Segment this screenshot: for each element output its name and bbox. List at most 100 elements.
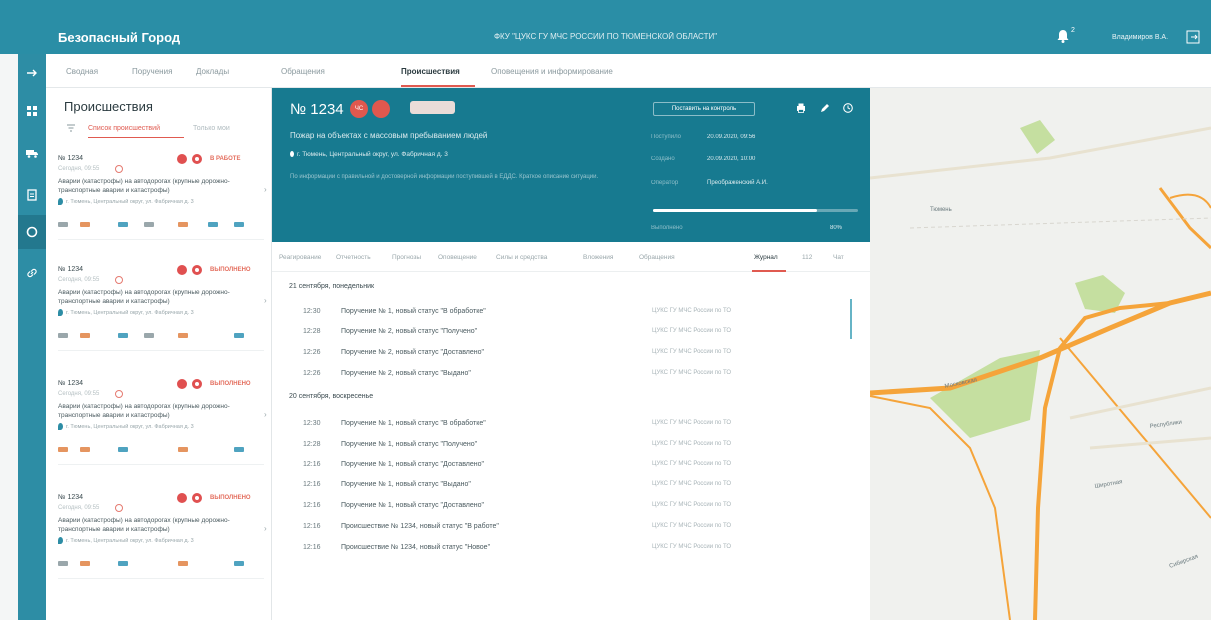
tab-requests[interactable]: Обращения (281, 67, 325, 76)
incident-number: № 1234 (290, 101, 344, 118)
tab-attachments[interactable]: Вложения (583, 254, 613, 261)
row-message: Поручение № 2, новый статус "Выдано" (341, 370, 471, 377)
put-on-control-button[interactable]: Поставить на контроль (653, 102, 755, 116)
journal-row[interactable]: 12:28 Поручение № 2, новый статус "Получе… (272, 328, 852, 344)
row-source: ЦУКС ГУ МЧС России по ТО (652, 349, 732, 355)
incident-note: По информации с правильной и достоверной… (290, 174, 599, 180)
progress-bar (653, 209, 858, 212)
tab-chat[interactable]: Чат (833, 254, 844, 261)
incident-description: Аварии (катастрофы) на автодорогах (круп… (58, 289, 230, 305)
clock-icon (115, 504, 123, 512)
incident-address: г. Тюмень, Центральный округ, ул. Фабрич… (297, 151, 448, 158)
print-icon[interactable] (795, 102, 807, 114)
tab-forecasts[interactable]: Прогнозы (392, 254, 421, 261)
expand-nav-button[interactable] (18, 56, 46, 90)
tab-appeals[interactable]: Обращения (639, 254, 675, 261)
logout-icon[interactable] (1186, 30, 1200, 44)
row-message: Поручение № 1, новый статус "Получено" (341, 441, 478, 448)
chevron-right-icon[interactable]: › (264, 185, 267, 194)
arrow-right-icon (27, 69, 37, 77)
journal-list: 21 сентября, понедельник 12:30 Поручение … (272, 272, 870, 620)
map-label: Тюмень (930, 207, 952, 213)
meta-value: 20.09.2020, 09:56 (707, 134, 756, 140)
meta-key: Поступило (651, 134, 681, 140)
list-item[interactable]: № 1234 Сегодня, 09:55 ВЫПОЛНЕНО Аварии (… (46, 379, 271, 500)
tab-alerting[interactable]: Оповещение (438, 254, 477, 261)
journal-row[interactable]: 12:16 Поручение № 1, новый статус "Достав… (272, 502, 852, 518)
journal-row[interactable]: 12:16 Поручение № 1, новый статус "Выдано… (272, 481, 852, 497)
nav-documents[interactable] (18, 178, 46, 212)
tab-incident-list[interactable]: Список происшествий (88, 125, 160, 132)
pin-icon (58, 537, 63, 544)
nav-links[interactable] (18, 256, 46, 290)
incident-time: Сегодня, 09:55 (58, 277, 100, 283)
user-name[interactable]: Владимиров В.А. (1112, 34, 1168, 41)
progress-fill (653, 209, 817, 212)
bell-icon[interactable] (1055, 28, 1071, 44)
list-item[interactable]: № 1234 Сегодня, 09:55 ВЫПОЛНЕНО Аварии (… (46, 265, 271, 386)
divider (58, 464, 264, 465)
tab-mine[interactable]: Только мои (193, 125, 230, 132)
divider (58, 350, 264, 351)
journal-row[interactable]: 12:30 Поручение № 1, новый статус "В обра… (272, 308, 852, 324)
edit-icon[interactable] (819, 102, 831, 114)
resource-mark (80, 447, 90, 452)
nav-vehicles[interactable] (18, 136, 46, 170)
tab-summary[interactable]: Сводная (66, 67, 98, 76)
nav-dashboard[interactable] (18, 94, 46, 128)
tab-notifications[interactable]: Оповещения и информирование (491, 67, 613, 76)
divider (58, 239, 264, 240)
journal-row[interactable]: 12:16 Поручение № 1, новый статус "Достав… (272, 461, 852, 477)
incident-number: № 1234 (58, 380, 84, 387)
row-message: Поручение № 1, новый статус "Выдано" (341, 481, 471, 488)
resource-mark (144, 333, 154, 338)
row-source: ЦУКС ГУ МЧС России по ТО (652, 420, 732, 426)
tab-112[interactable]: 112 (802, 254, 812, 261)
chevron-right-icon[interactable]: › (264, 410, 267, 419)
nav-incidents[interactable] (18, 215, 46, 249)
resource-mark (118, 222, 128, 227)
row-message: Поручение № 2, новый статус "Получено" (341, 328, 478, 335)
journal-row[interactable]: 12:26 Поручение № 2, новый статус "Достав… (272, 349, 852, 365)
tab-incidents[interactable]: Происшествия (401, 67, 460, 76)
status-label (410, 101, 455, 114)
tab-reports[interactable]: Доклады (196, 67, 229, 76)
status-badge: В РАБОТЕ (210, 156, 241, 162)
tab-orders[interactable]: Поручения (132, 67, 172, 76)
journal-row[interactable]: 12:28 Поручение № 1, новый статус "Получе… (272, 441, 852, 457)
journal-row[interactable]: 12:26 Поручение № 2, новый статус "Выдано… (272, 370, 852, 386)
journal-row[interactable]: 12:16 Происшествие № 1234, новый статус "… (272, 544, 852, 560)
chevron-right-icon[interactable]: › (264, 524, 267, 533)
list-item[interactable]: № 1234 Сегодня, 09:55 ВЫПОЛНЕНО Аварии (… (46, 493, 271, 614)
map-canvas[interactable]: Тюмень Московская Республики Широтная Си… (870, 88, 1211, 620)
alert-dot-icon (177, 265, 187, 275)
row-source: ЦУКС ГУ МЧС России по ТО (652, 328, 732, 334)
chevron-right-icon[interactable]: › (264, 296, 267, 305)
top-bar: Безопасный Город ФКУ "ЦУКС ГУ МЧС РОССИИ… (0, 0, 1211, 54)
journal-row[interactable]: 12:30 Поручение № 1, новый статус "В обра… (272, 420, 852, 436)
incident-number: № 1234 (58, 266, 84, 273)
incident-description: Аварии (катастрофы) на автодорогах (круп… (58, 517, 230, 533)
grid-icon (27, 106, 37, 116)
row-time: 12:16 (303, 544, 321, 551)
row-source: ЦУКС ГУ МЧС России по ТО (652, 461, 732, 467)
map-view[interactable]: Тюмень Московская Республики Широтная Си… (870, 88, 1211, 620)
clock-icon (115, 390, 123, 398)
active-tab-indicator (401, 85, 475, 87)
list-tab-indicator (88, 137, 184, 138)
list-item[interactable]: № 1234 Сегодня, 09:55 В РАБОТЕ Аварии (к… (46, 154, 271, 275)
tab-reporting[interactable]: Отчетность (336, 254, 371, 261)
history-icon[interactable] (842, 102, 854, 114)
circle-icon (26, 226, 38, 238)
tab-response[interactable]: Реагирование (279, 254, 321, 261)
tab-forces[interactable]: Силы и средства (496, 254, 547, 261)
list-title: Происшествия (64, 99, 153, 114)
journal-row[interactable]: 12:16 Происшествие № 1234, новый статус "… (272, 523, 852, 539)
resource-mark (178, 222, 188, 227)
status-badge: ВЫПОЛНЕНО (210, 381, 251, 387)
filter-icon[interactable] (66, 123, 76, 133)
resource-mark (118, 447, 128, 452)
tab-journal[interactable]: Журнал (754, 254, 778, 261)
row-message: Поручение № 1, новый статус "В обработке… (341, 420, 486, 427)
detail-tabs: Реагирование Отчетность Прогнозы Оповеще… (272, 242, 870, 272)
